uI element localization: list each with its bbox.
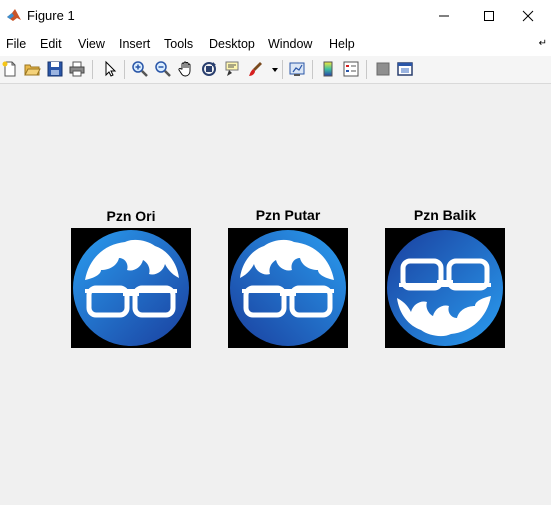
close-button[interactable] (505, 0, 551, 32)
toolbar-separator (366, 60, 367, 79)
menu-bar: File Edit View Insert Tools Desktop Wind… (0, 32, 551, 56)
menu-insert[interactable]: Insert (119, 37, 150, 51)
menu-tools[interactable]: Tools (164, 37, 193, 51)
toolbar-separator (124, 60, 125, 79)
insert-colorbar-icon[interactable] (319, 60, 337, 78)
window-title: Figure 1 (27, 8, 75, 23)
menu-help[interactable]: Help (329, 37, 355, 51)
menu-edit[interactable]: Edit (40, 37, 62, 51)
data-cursor-icon[interactable] (223, 60, 241, 78)
toolbar-separator (92, 60, 93, 79)
zoom-in-icon[interactable] (131, 60, 149, 78)
subplot-title-balik: Pzn Balik (413, 207, 477, 223)
image-axes-ori[interactable] (71, 228, 191, 348)
link-plot-icon[interactable] (288, 60, 306, 78)
menu-window[interactable]: Window (268, 37, 312, 51)
menu-desktop[interactable]: Desktop (209, 37, 255, 51)
minimize-icon (439, 15, 449, 17)
title-bar: Figure 1 (0, 0, 551, 32)
open-file-icon[interactable] (23, 60, 41, 78)
save-icon[interactable] (46, 60, 64, 78)
brush-dropdown-icon[interactable] (266, 60, 278, 78)
figure-canvas: Pzn Ori Pzn Putar Pzn Balik (0, 84, 551, 505)
dock-arrow-icon[interactable]: ↵ (539, 38, 547, 49)
pan-hand-icon[interactable] (177, 60, 195, 78)
toolbar-separator (282, 60, 283, 79)
brush-icon[interactable] (246, 60, 264, 78)
image-axes-putar[interactable] (228, 228, 348, 348)
menu-file[interactable]: File (6, 37, 26, 51)
subplot-title-putar: Pzn Putar (255, 207, 321, 223)
hide-plot-tools-icon[interactable] (374, 60, 392, 78)
minimize-button[interactable] (421, 0, 467, 32)
subplot-title-ori: Pzn Ori (106, 208, 156, 224)
edit-plot-arrow-icon[interactable] (101, 60, 119, 78)
new-figure-icon[interactable] (1, 60, 19, 78)
print-icon[interactable] (68, 60, 86, 78)
figure-toolbar (0, 56, 551, 84)
zoom-out-icon[interactable] (154, 60, 172, 78)
logo-rotated-image (228, 228, 348, 348)
insert-legend-icon[interactable] (342, 60, 360, 78)
logo-original-image (71, 228, 191, 348)
toolbar-separator (312, 60, 313, 79)
matlab-logo-icon[interactable] (6, 7, 22, 23)
image-axes-balik[interactable] (385, 228, 505, 348)
close-icon (522, 10, 534, 22)
logo-flipped-image (385, 228, 505, 348)
show-plot-tools-icon[interactable] (396, 60, 414, 78)
menu-view[interactable]: View (78, 37, 105, 51)
maximize-icon (484, 11, 494, 21)
rotate-3d-icon[interactable] (200, 60, 218, 78)
